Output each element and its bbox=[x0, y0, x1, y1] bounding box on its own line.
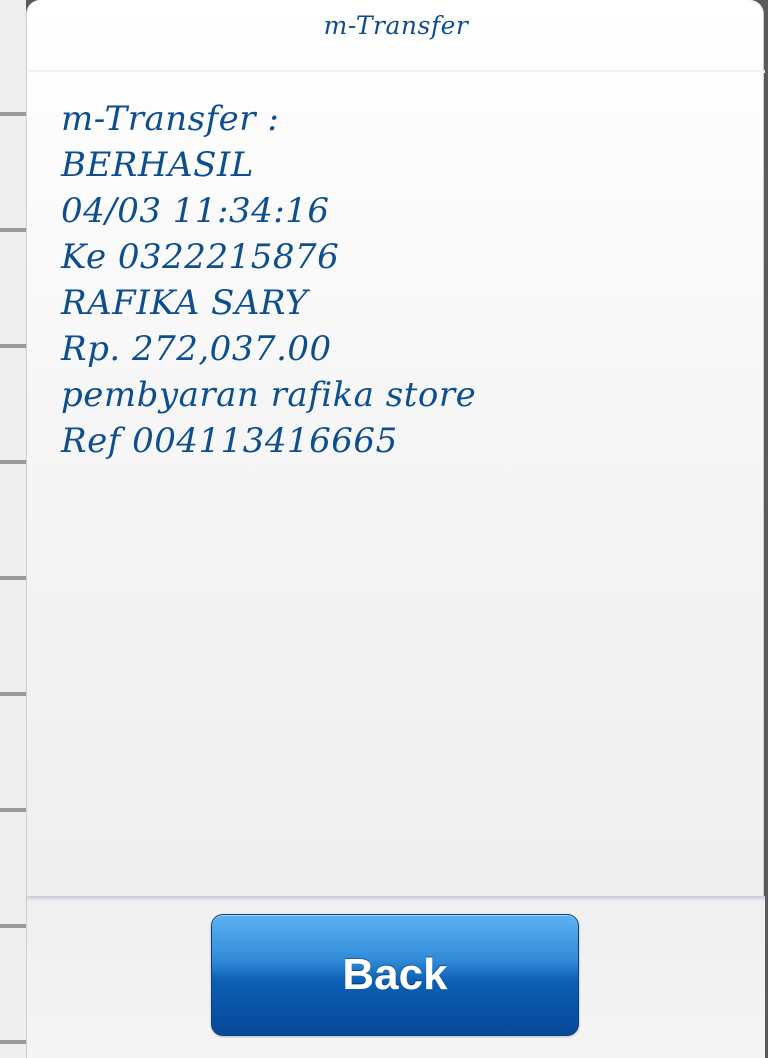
recipient-account: Ke 0322215876 bbox=[61, 237, 340, 277]
recipient-name: RAFIKA SARY bbox=[61, 283, 308, 323]
transfer-amount: Rp. 272,037.00 bbox=[61, 329, 332, 369]
transfer-datetime: 04/03 11:34:16 bbox=[61, 191, 330, 231]
dialog-title: m-Transfer bbox=[323, 11, 469, 40]
transfer-note: pembyaran rafika store bbox=[61, 375, 477, 415]
transfer-status: BERHASIL bbox=[61, 145, 254, 185]
transfer-result-dialog: m-Transfer m-Transfer : BERHASIL 04/03 1… bbox=[26, 0, 765, 1058]
title-divider bbox=[27, 70, 765, 73]
transfer-message: m-Transfer : BERHASIL 04/03 11:34:16 Ke … bbox=[61, 96, 741, 464]
button-bar-divider bbox=[27, 896, 765, 902]
transfer-reference: Ref 004113416665 bbox=[61, 421, 398, 461]
background-list-edge bbox=[0, 0, 26, 1058]
back-button[interactable]: Back bbox=[211, 914, 579, 1036]
message-header: m-Transfer : bbox=[61, 99, 280, 139]
back-button-label: Back bbox=[342, 950, 448, 999]
